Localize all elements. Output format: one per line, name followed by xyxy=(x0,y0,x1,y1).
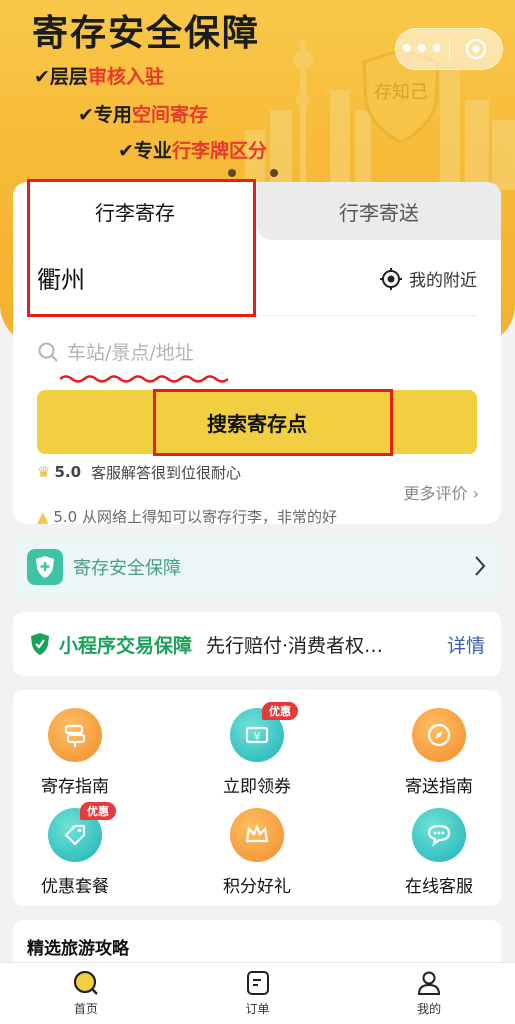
storage-safety-banner[interactable]: 寄存安全保障 xyxy=(13,538,501,596)
travel-guides-title: 精选旅游攻略 xyxy=(27,939,129,959)
chat-icon xyxy=(412,808,466,862)
grid-item-package-deal[interactable]: 优惠 优惠套餐 xyxy=(15,802,135,897)
nearby-label: 我的附近 xyxy=(409,271,477,291)
compass-icon xyxy=(412,708,466,762)
locate-icon xyxy=(380,267,402,290)
banner-title: 寄存安全保障 xyxy=(32,13,261,54)
search-icon xyxy=(38,342,58,362)
guarantee-title: 小程序交易保障 xyxy=(59,634,193,657)
divider xyxy=(37,315,477,316)
service-grid: 寄存指南 ¥ 优惠 立即领券 寄送指南 优惠 优惠套餐 积分好礼 在线客服 xyxy=(13,690,501,906)
chevron-right-icon xyxy=(475,556,486,576)
target-icon xyxy=(465,38,486,60)
more-menu-button[interactable]: ••• xyxy=(396,37,449,62)
trade-guarantee-bar[interactable]: 小程序交易保障 先行赔付·消费者权… 详情 xyxy=(13,612,501,676)
search-placeholder: 车站/景点/地址 xyxy=(67,342,194,364)
nav-home[interactable]: 首页 xyxy=(0,963,172,1024)
crown-icon xyxy=(230,808,284,862)
svg-text:¥: ¥ xyxy=(254,730,261,743)
banner-feature-1: ✔层层审核入驻 xyxy=(34,66,164,88)
nav-profile[interactable]: 我的 xyxy=(343,963,515,1024)
review-item: ♛ 5.0 客服解答很到位很耐心 xyxy=(37,463,242,482)
tab-luggage-storage[interactable]: 行李寄存 xyxy=(13,182,257,240)
grid-item-coupon[interactable]: ¥ 优惠 立即领券 xyxy=(197,702,317,797)
banner-feature-2: ✔专用空间寄存 xyxy=(78,104,208,126)
search-card: 行李寄存 行李寄送 衢州 我的附近 车站/景点/地址 搜索寄存点 ♛ 5.0 客… xyxy=(13,182,501,524)
coupon-icon: ¥ 优惠 xyxy=(230,702,298,762)
search-storage-button[interactable]: 搜索寄存点 xyxy=(37,390,477,454)
bottom-nav: 首页 订单 我的 xyxy=(0,962,515,1024)
storage-safety-label: 寄存安全保障 xyxy=(73,558,181,579)
shield-plus-icon xyxy=(27,549,63,585)
order-icon xyxy=(246,971,269,995)
miniprogram-capsule: ••• xyxy=(395,28,503,70)
discount-badge: 优惠 xyxy=(262,702,298,720)
guarantee-detail-link[interactable]: 详情 xyxy=(447,631,485,658)
guarantee-desc: 先行赔付·消费者权… xyxy=(206,634,384,657)
close-miniprogram-button[interactable] xyxy=(449,38,502,60)
banner-feature-3: ✔专业行李牌区分 xyxy=(118,140,267,162)
tab-luggage-delivery[interactable]: 行李寄送 xyxy=(257,182,501,240)
tag-icon: 优惠 xyxy=(48,802,116,862)
discount-badge: 优惠 xyxy=(80,802,116,820)
green-shield-icon xyxy=(31,633,49,655)
grid-item-delivery-guide[interactable]: 寄送指南 xyxy=(379,708,499,797)
nearby-button[interactable]: 我的附近 xyxy=(379,266,477,291)
review-item: ▲ 5.0 从网络上得知可以寄存行李，非常的好 xyxy=(37,508,337,524)
signpost-icon xyxy=(48,708,102,762)
grid-item-points-gift[interactable]: 积分好礼 xyxy=(197,808,317,897)
shield-text: 存知己 xyxy=(374,82,428,103)
user-icon xyxy=(418,971,441,995)
grid-item-storage-guide[interactable]: 寄存指南 xyxy=(15,708,135,797)
search-input[interactable]: 车站/景点/地址 xyxy=(37,338,194,365)
city-selector[interactable]: 衢州 xyxy=(37,260,85,295)
grid-item-online-service[interactable]: 在线客服 xyxy=(379,808,499,897)
more-reviews-link[interactable]: 更多评价 › xyxy=(404,480,480,504)
home-search-icon xyxy=(73,970,98,995)
crown-icon: ♛ xyxy=(37,463,51,481)
banner-pagination xyxy=(228,162,312,181)
annotation-squiggle xyxy=(60,375,228,383)
nav-orders[interactable]: 订单 xyxy=(172,963,344,1024)
